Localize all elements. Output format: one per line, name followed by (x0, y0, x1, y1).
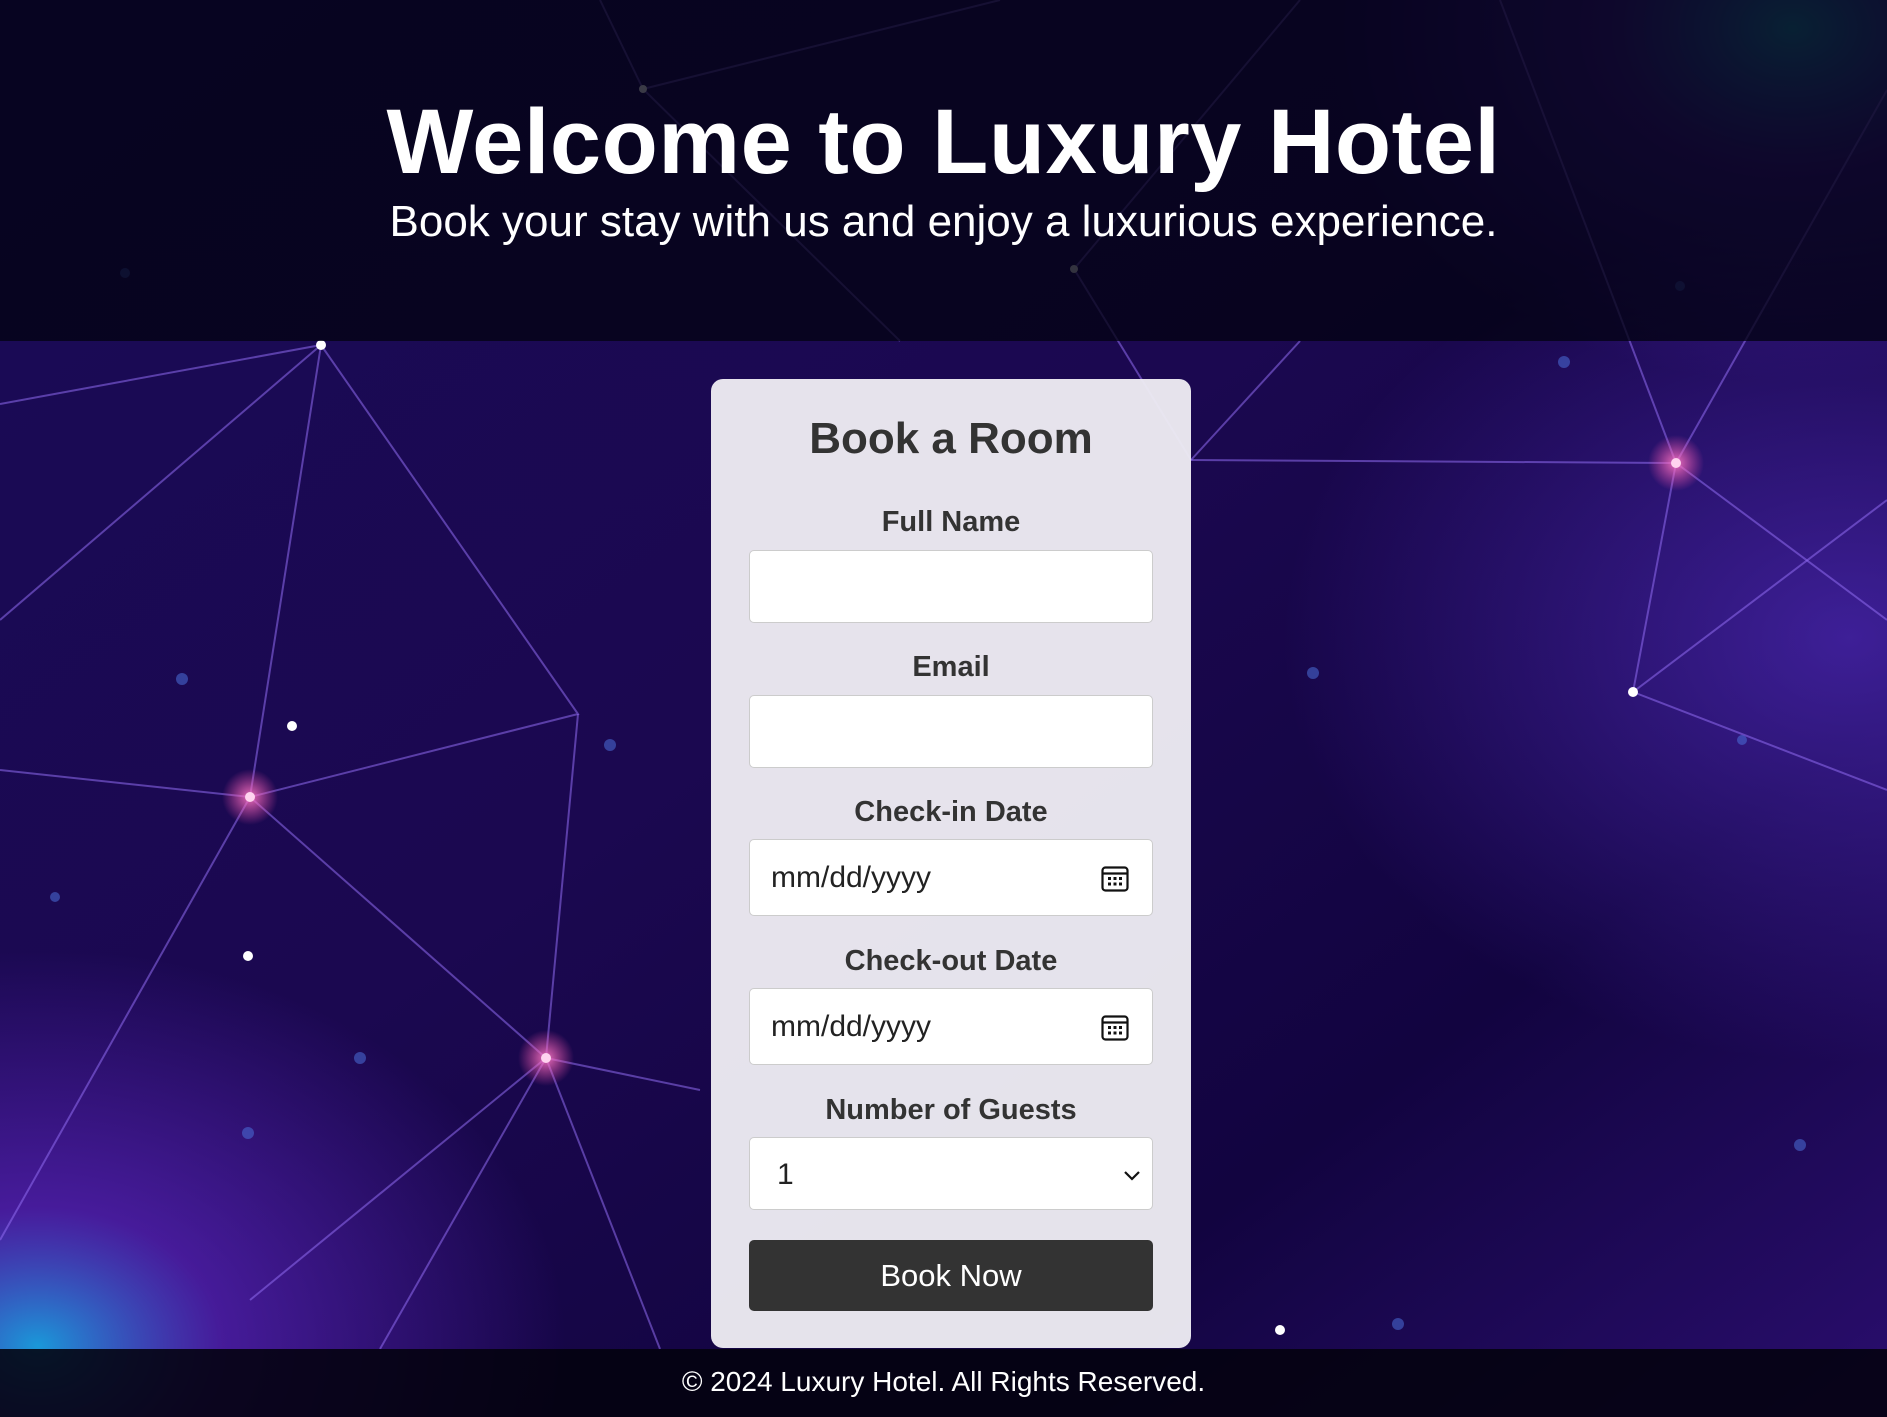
calendar-icon[interactable] (1100, 863, 1130, 893)
guests-selected-value: 1 (777, 1158, 794, 1191)
book-now-button[interactable]: Book Now (749, 1240, 1153, 1311)
chevron-down-icon (1124, 1171, 1140, 1181)
check-in-date-input[interactable]: mm/dd/yyyy (749, 839, 1153, 916)
footer: © 2024 Luxury Hotel. All Rights Reserved… (0, 1349, 1887, 1417)
check-out-label: Check-out Date (844, 945, 1058, 977)
calendar-icon[interactable] (1100, 1012, 1130, 1042)
check-in-label: Check-in Date (854, 796, 1048, 828)
booking-form-title: Book a Room (809, 414, 1093, 463)
page-subtitle: Book your stay with us and enjoy a luxur… (389, 197, 1498, 246)
full-name-label: Full Name (881, 506, 1021, 538)
check-in-date-placeholder: mm/dd/yyyy (771, 861, 932, 894)
hero-header: Welcome to Luxury Hotel Book your stay w… (0, 0, 1887, 341)
full-name-input[interactable] (749, 550, 1153, 623)
check-out-date-input[interactable]: mm/dd/yyyy (749, 988, 1153, 1065)
email-label: Email (912, 651, 990, 683)
guests-select[interactable]: 1 (749, 1137, 1153, 1210)
guests-label: Number of Guests (825, 1094, 1077, 1126)
page-title: Welcome to Luxury Hotel (386, 91, 1501, 193)
email-input[interactable] (749, 695, 1153, 768)
copyright-text: © 2024 Luxury Hotel. All Rights Reserved… (681, 1366, 1206, 1397)
check-out-date-placeholder: mm/dd/yyyy (771, 1010, 932, 1043)
